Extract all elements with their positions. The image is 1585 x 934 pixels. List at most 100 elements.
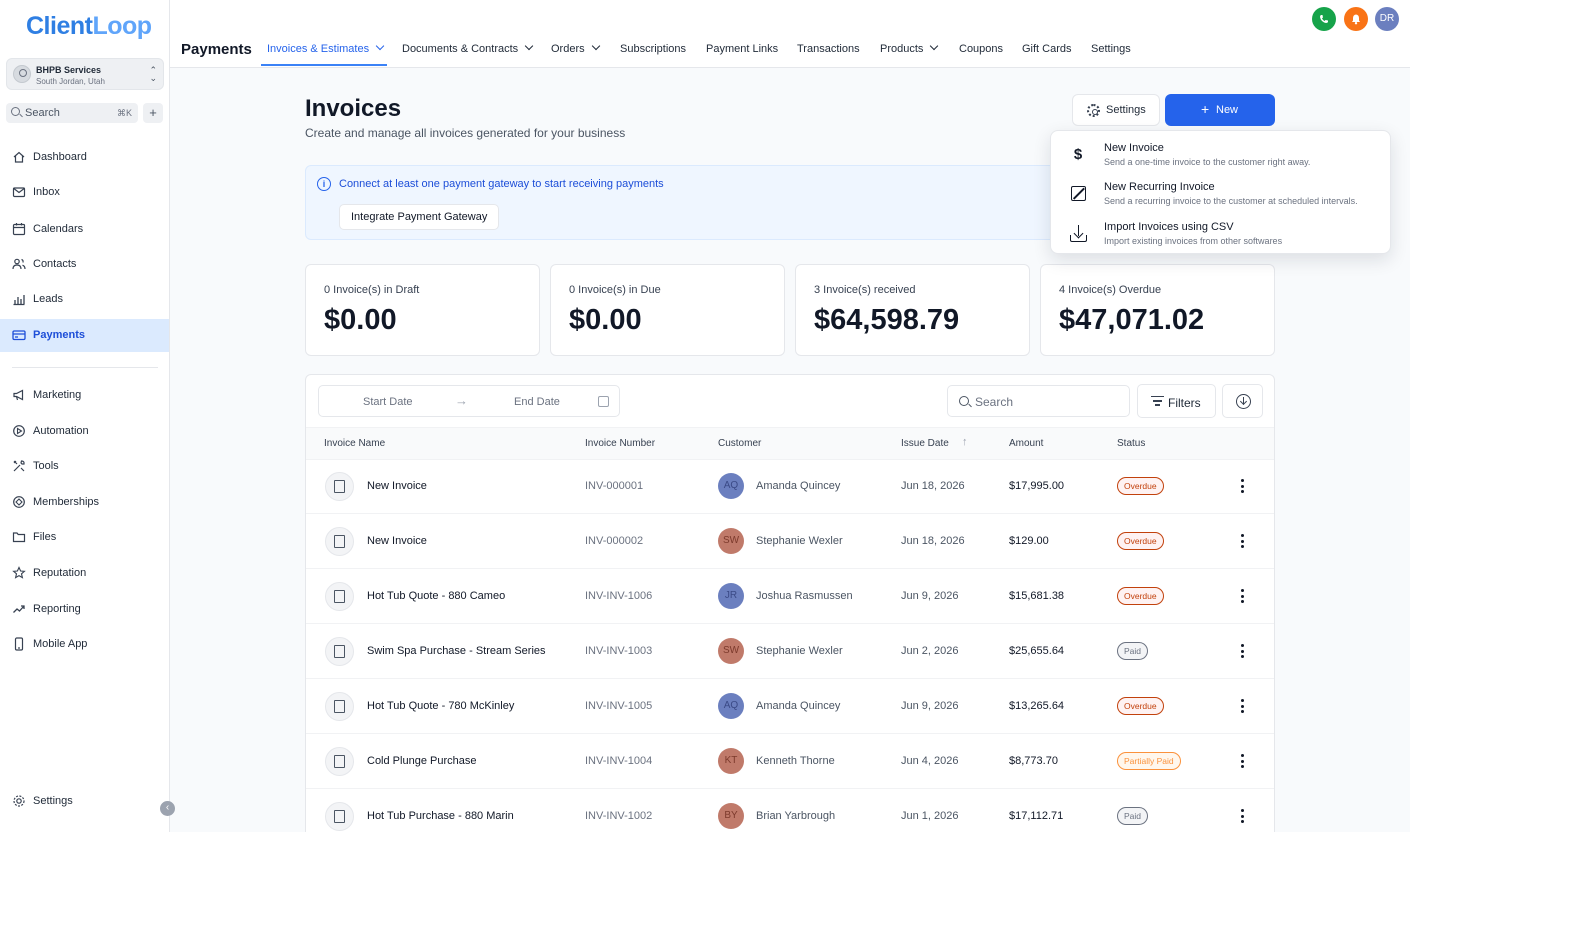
filters-button[interactable]: Filters	[1137, 384, 1216, 418]
customer-name: Amanda Quincey	[756, 700, 841, 712]
sidebar-item-settings[interactable]: Settings	[0, 785, 169, 818]
amount: $17,995.00	[1009, 480, 1065, 492]
invoice-name[interactable]: New Invoice	[367, 535, 427, 547]
invoice-name[interactable]: Cold Plunge Purchase	[367, 755, 476, 767]
sidebar-item-tools[interactable]: Tools	[0, 450, 169, 483]
invoice-name[interactable]: New Invoice	[367, 480, 427, 492]
start-date-field[interactable]: Start Date	[363, 396, 413, 408]
invoice-name[interactable]: Hot Tub Purchase - 880 Marin	[367, 810, 514, 822]
more-options-icon[interactable]	[1236, 697, 1250, 715]
column-header-invoice-number[interactable]: Invoice Number	[585, 438, 655, 449]
more-options-icon[interactable]	[1236, 752, 1250, 770]
sidebar-item-automation[interactable]: Automation	[0, 415, 169, 448]
sidebar-search[interactable]: Search ⌘K	[6, 103, 138, 123]
column-header-amount[interactable]: Amount	[1009, 438, 1043, 449]
column-header-issue-date[interactable]: Issue Date	[901, 438, 949, 449]
menu-item-new-invoice[interactable]: $ New Invoice Send a one-time invoice to…	[1051, 140, 1392, 180]
gear-icon	[1087, 104, 1100, 117]
stat-card[interactable]: 3 Invoice(s) received $64,598.79	[795, 264, 1030, 356]
integrate-gateway-button[interactable]: Integrate Payment Gateway	[339, 204, 500, 230]
tab-label: Subscriptions	[620, 43, 687, 55]
stat-card[interactable]: 4 Invoice(s) Overdue $47,071.02	[1040, 264, 1275, 356]
megaphone-icon	[13, 389, 24, 401]
account-switcher[interactable]: BHPB Services South Jordan, Utah ⌃ ⌄	[6, 58, 164, 90]
tab-label: Settings	[1091, 43, 1131, 55]
chevron-up-down-icon: ⌃ ⌄	[149, 65, 157, 83]
chevron-down-icon	[930, 41, 939, 51]
tab-gift-cards[interactable]: Gift Cards	[1022, 43, 1072, 55]
sort-arrow-up-icon[interactable]: ↑	[962, 436, 968, 448]
sidebar-item-dashboard[interactable]: Dashboard	[0, 141, 169, 174]
table-row[interactable]: Cold Plunge Purchase INV-INV-1004 KT Kennet…	[306, 734, 1274, 789]
sidebar-item-reporting[interactable]: Reporting	[0, 593, 169, 626]
account-location: South Jordan, Utah	[36, 77, 105, 86]
invoice-name[interactable]: Swim Spa Purchase - Stream Series	[367, 645, 546, 657]
avatar: BY	[718, 803, 744, 829]
sidebar-item-inbox[interactable]: Inbox	[0, 176, 169, 209]
status-badge: Overdue	[1117, 697, 1164, 715]
avatar: JR	[718, 583, 744, 609]
tab-coupons[interactable]: Coupons	[959, 43, 1003, 55]
new-button[interactable]: + New	[1165, 94, 1275, 126]
amount: $17,112.71	[1009, 810, 1064, 822]
table-row[interactable]: Hot Tub Quote - 880 Cameo INV-INV-1006 JR J…	[306, 569, 1274, 624]
sidebar-item-files[interactable]: Files	[0, 521, 169, 554]
sidebar-item-leads[interactable]: Leads	[0, 283, 169, 316]
sidebar-divider	[12, 367, 158, 368]
table-search-input[interactable]: Search	[947, 385, 1130, 417]
sidebar-item-memberships[interactable]: Memberships	[0, 486, 169, 519]
table-row[interactable]: New Invoice INV-000001 AQ Amanda Quincey Jun…	[306, 459, 1274, 514]
sidebar-item-marketing[interactable]: Marketing	[0, 379, 169, 412]
invoice-name[interactable]: Hot Tub Quote - 880 Cameo	[367, 590, 505, 602]
tab-documents-contracts[interactable]: Documents & Contracts	[402, 41, 534, 55]
table-row[interactable]: Hot Tub Purchase - 880 Marin INV-INV-1002…	[306, 789, 1274, 832]
tab-subscriptions[interactable]: Subscriptions	[620, 43, 686, 55]
menu-item-title: New Invoice	[1104, 142, 1164, 154]
table-row[interactable]: New Invoice INV-000002 SW Stephanie Wexler J…	[306, 514, 1274, 569]
table-row[interactable]: Hot Tub Quote - 780 McKinley INV-INV-1005…	[306, 679, 1274, 734]
download-button[interactable]	[1222, 384, 1263, 418]
invoice-name[interactable]: Hot Tub Quote - 780 McKinley	[367, 700, 514, 712]
sidebar-item-calendars[interactable]: Calendars	[0, 213, 169, 246]
more-options-icon[interactable]	[1236, 807, 1250, 825]
column-header-customer[interactable]: Customer	[718, 438, 761, 449]
stat-card[interactable]: 0 Invoice(s) in Due $0.00	[550, 264, 785, 356]
settings-button-label: Settings	[1106, 104, 1146, 116]
tab-orders[interactable]: Orders	[551, 41, 600, 55]
table-row[interactable]: Swim Spa Purchase - Stream Series INV-INV…	[306, 624, 1274, 679]
sidebar-item-contacts[interactable]: Contacts	[0, 248, 169, 281]
tab-payment-links[interactable]: Payment Links	[706, 43, 778, 55]
user-avatar[interactable]: DR	[1375, 7, 1399, 31]
menu-item-new-recurring-invoice[interactable]: New Recurring Invoice Send a recurring i…	[1051, 179, 1392, 219]
more-options-icon[interactable]	[1236, 477, 1250, 495]
collapse-sidebar-button[interactable]: ‹	[160, 801, 175, 816]
sidebar-item-payments[interactable]: Payments	[0, 319, 169, 352]
column-header-status[interactable]: Status	[1117, 438, 1145, 449]
more-options-icon[interactable]	[1236, 532, 1250, 550]
column-header-invoice-name[interactable]: Invoice Name	[324, 438, 385, 449]
tab-transactions[interactable]: Transactions	[797, 43, 860, 55]
date-range-picker[interactable]: Start Date → End Date	[318, 385, 620, 417]
invoice-number: INV-INV-1002	[585, 810, 653, 822]
more-options-icon[interactable]	[1236, 587, 1250, 605]
tab-settings[interactable]: Settings	[1091, 43, 1131, 55]
tab-products[interactable]: Products	[880, 41, 939, 55]
menu-item-import-invoices-csv[interactable]: Import Invoices using CSV Import existin…	[1051, 219, 1392, 259]
more-options-icon[interactable]	[1236, 642, 1250, 660]
notifications-button[interactable]	[1344, 7, 1368, 31]
stat-card[interactable]: 0 Invoice(s) in Draft $0.00	[305, 264, 540, 356]
logo[interactable]: ClientLoop	[26, 12, 152, 41]
credit-card-icon	[12, 330, 26, 341]
tab-invoices-estimates[interactable]: Invoices & Estimates	[267, 41, 385, 55]
sidebar-item-label: Settings	[33, 795, 73, 807]
end-date-field[interactable]: End Date	[514, 396, 560, 408]
sidebar-item-mobile-app[interactable]: Mobile App	[0, 628, 169, 661]
settings-button[interactable]: Settings	[1072, 94, 1160, 126]
phone-button[interactable]	[1312, 7, 1336, 31]
quick-add-button[interactable]: +	[143, 103, 163, 123]
issue-date: Jun 2, 2026	[901, 645, 959, 657]
download-icon	[1236, 394, 1251, 409]
invoice-icon	[325, 692, 354, 721]
sidebar-item-reputation[interactable]: Reputation	[0, 557, 169, 590]
star-icon	[12, 566, 26, 579]
